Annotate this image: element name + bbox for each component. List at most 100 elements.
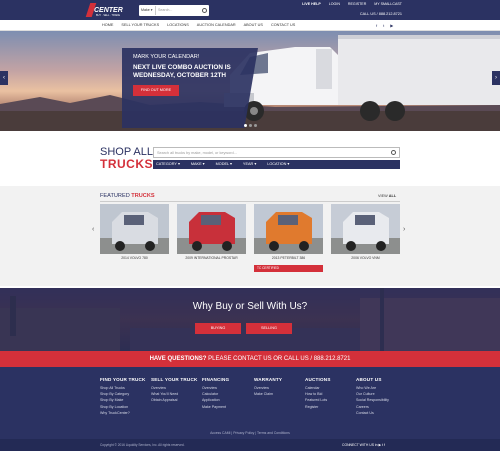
carousel-next-icon[interactable]: › [492, 71, 500, 85]
footer-link[interactable]: Social Responsibility [356, 397, 389, 403]
footer-link[interactable]: Contact Us [356, 410, 389, 416]
copyright-text: Copyright © 2016 Liquidity Services, Inc… [100, 443, 185, 447]
connect-label: CONNECT WITH US [342, 443, 374, 447]
social-links: f t ▶ [376, 20, 393, 31]
truck-search-input[interactable]: Search all trucks by make, model, or key… [153, 147, 400, 158]
truck-center-logo[interactable]: CENTER BUY · SELL · TRADE [85, 2, 132, 18]
truck-card-image [254, 204, 323, 254]
truck-card-image [177, 204, 246, 254]
footer-col-find-your-truck: FIND YOUR TRUCK Shop All Trucks Shop By … [100, 377, 146, 416]
questions-bar[interactable]: HAVE QUESTIONS? PLEASE CONTACT US OR CAL… [0, 351, 500, 367]
truck-card-caption: 2009 INTERNATIONAL PROSTAR [185, 256, 238, 260]
filter-location-dropdown[interactable]: LOCATION ▾ [267, 160, 297, 169]
nav-sell-your-trucks[interactable]: SELL YOUR TRUCKS [121, 20, 159, 31]
carousel-dot[interactable] [244, 124, 247, 127]
footer-col-about-us: ABOUT US Who We Are Our Culture Social R… [356, 377, 389, 416]
footer-link[interactable]: Make Payment [202, 404, 229, 410]
featured-divider [100, 201, 400, 202]
find-out-more-button[interactable]: FIND OUT MORE [133, 85, 179, 96]
truck-card[interactable]: 2013 PETERBILT 386 TC CERTIFIED [254, 204, 323, 273]
top-links: LIVE HELP LOGIN REGISTER MY SMALLCAST [302, 2, 402, 6]
nav-locations[interactable]: LOCATIONS [167, 20, 189, 31]
footer-link[interactable]: Make Claim [254, 391, 282, 397]
filter-model-dropdown[interactable]: MODEL ▾ [216, 160, 240, 169]
hero-headline-line-1: NEXT LIVE COMBO AUCTION IS [133, 64, 231, 71]
my-smallcast-link[interactable]: MY SMALLCAST [374, 2, 402, 6]
truck-card[interactable]: 2006 VOLVO VNM [331, 204, 400, 273]
selling-button[interactable]: SELLING [246, 323, 292, 334]
hero-headline: NEXT LIVE COMBO AUCTION IS WEDNESDAY, OC… [133, 64, 231, 80]
view-all-link[interactable]: VIEW ALL [378, 194, 396, 198]
register-link[interactable]: REGISTER [348, 2, 366, 6]
filter-category-dropdown[interactable]: CATEGORY ▾ [156, 160, 188, 169]
carousel-dot[interactable] [249, 124, 252, 127]
hero-headline-line-2: WEDNESDAY, OCTOBER 12TH [133, 72, 227, 79]
linkedin-icon[interactable]: in [375, 443, 378, 447]
filter-year-dropdown[interactable]: YEAR ▾ [243, 160, 264, 169]
hero-kicker: MARK YOUR CALENDAR! [133, 54, 200, 60]
nav-contact-us[interactable]: CONTACT US [271, 20, 295, 31]
main-nav: HOME SELL YOUR TRUCKS LOCATIONS AUCTION … [0, 20, 500, 31]
footer-col-sell-your-truck: SELL YOUR TRUCK Overview What You'll Nee… [151, 377, 197, 404]
login-link[interactable]: LOGIN [329, 2, 340, 6]
logo-tagline: BUY · SELL · TRADE [96, 14, 120, 17]
hero-promo-panel: MARK YOUR CALENDAR! NEXT LIVE COMBO AUCT… [122, 48, 258, 128]
youtube-icon[interactable]: ▶ [390, 20, 393, 31]
twitter-icon[interactable]: t [382, 443, 383, 447]
header-search-make-select[interactable]: Make ▾ [140, 6, 156, 15]
call-us-text: CALL US / 888.212.8721 [359, 12, 402, 16]
footer-link[interactable]: Obtain Appraisal [151, 397, 197, 403]
footer-col-auctions: AUCTIONS Calendar How to Bid Featured Lo… [305, 377, 331, 410]
truck-card-caption: 2014 VOLVO 780 [121, 256, 148, 260]
banner-tint [0, 288, 500, 351]
header-search-input[interactable]: Search... [158, 5, 172, 16]
nav-about-us[interactable]: ABOUT US [244, 20, 263, 31]
nav-auction-calendar[interactable]: AUCTION CALENDAR [197, 20, 236, 31]
truck-card-caption: 2013 PETERBILT 386 [271, 256, 306, 260]
hero-truck-image [224, 35, 500, 121]
shop-all-heading: SHOP ALL TRUCKS [100, 147, 153, 171]
footer-heading: SELL YOUR TRUCK [151, 377, 198, 382]
buying-button[interactable]: BUYING [195, 323, 241, 334]
youtube-icon[interactable]: ▶ [379, 443, 382, 447]
carousel-dot[interactable] [254, 124, 257, 127]
truck-card-image [331, 204, 400, 254]
nav-home[interactable]: HOME [102, 20, 113, 31]
why-buy-or-sell-banner: Why Buy or Sell With Us? BUYING SELLING [0, 288, 500, 351]
facebook-icon[interactable]: f [376, 20, 377, 31]
footer-link[interactable]: Register [305, 404, 331, 410]
hero-carousel: MARK YOUR CALENDAR! NEXT LIVE COMBO AUCT… [0, 31, 500, 131]
footer-heading: FINANCING [202, 377, 230, 382]
live-help-link[interactable]: LIVE HELP [302, 2, 321, 6]
truck-filters: CATEGORY ▾ MAKE ▾ MODEL ▾ YEAR ▾ LOCATIO… [153, 160, 400, 169]
featured-title: FEATURED TRUCKS [100, 193, 155, 199]
tc-certified-badge: TC CERTIFIED [254, 265, 323, 272]
footer-link[interactable]: Featured Lots [305, 397, 331, 403]
filter-make-dropdown[interactable]: MAKE ▾ [191, 160, 213, 169]
twitter-icon[interactable]: t [383, 20, 384, 31]
featured-next-icon[interactable]: › [403, 226, 405, 233]
truck-card[interactable]: 2009 INTERNATIONAL PROSTAR [177, 204, 246, 273]
footer-col-warranty: WARRANTY Overview Make Claim [254, 377, 282, 397]
footer: FIND YOUR TRUCK Shop All Trucks Shop By … [0, 367, 500, 451]
top-header-bar: CENTER BUY · SELL · TRADE Make ▾ Search.… [0, 0, 500, 20]
footer-bottom-bar: Copyright © 2016 Liquidity Services, Inc… [0, 439, 500, 451]
footer-link[interactable]: Why TruckCenter? [100, 410, 146, 416]
featured-prev-icon[interactable]: ‹ [92, 226, 94, 233]
featured-title-a: FEATURED [100, 193, 132, 199]
questions-lead: HAVE QUESTIONS? [149, 356, 207, 362]
carousel-prev-icon[interactable]: ‹ [0, 71, 8, 85]
truck-search-placeholder: Search all trucks by make, model, or key… [157, 151, 237, 155]
truck-card-image [100, 204, 169, 254]
logo-wordmark: CENTER [94, 7, 123, 14]
header-search[interactable]: Make ▾ Search... [139, 5, 209, 16]
search-icon[interactable] [202, 8, 207, 13]
shop-trucks-title: TRUCKS [100, 157, 153, 171]
truck-card[interactable]: 2014 VOLVO 780 [100, 204, 169, 273]
why-title: Why Buy or Sell With Us? [192, 301, 308, 312]
footer-legal-links[interactable]: Access CAMI | Privacy Policy | Terms and… [0, 431, 500, 435]
search-icon[interactable] [391, 150, 396, 155]
featured-title-b: TRUCKS [131, 193, 155, 199]
facebook-icon[interactable]: f [384, 443, 385, 447]
view-all-a: VIEW [378, 194, 389, 198]
